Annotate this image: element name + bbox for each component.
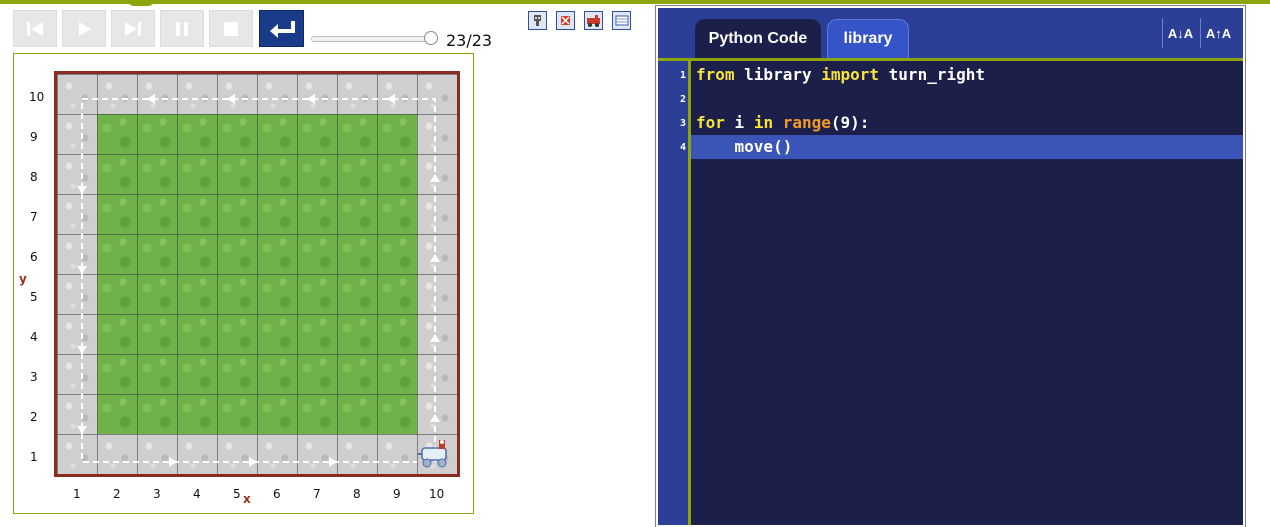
stop-button[interactable] [209, 10, 253, 47]
y-tick-label: 7 [30, 210, 38, 224]
x-tick-label: 9 [393, 487, 401, 501]
y-tick-label: 4 [30, 330, 38, 344]
stop-icon [224, 21, 238, 36]
pause-button[interactable] [160, 10, 204, 47]
x-tick-label: 2 [113, 487, 121, 501]
pause-icon [176, 21, 188, 36]
step-forward-button[interactable] [111, 10, 155, 47]
speed-slider[interactable] [311, 31, 438, 45]
robot-icon [418, 440, 447, 468]
y-tick-label: 8 [30, 170, 38, 184]
editor-tab-bar: Python Code library A↓A A↑A [658, 8, 1243, 61]
code-line-4[interactable]: move() [696, 135, 793, 159]
step-forward-icon [125, 21, 141, 36]
play-button[interactable] [62, 10, 106, 47]
y-tick-label: 6 [30, 250, 38, 264]
code-editor-panel: Python Code library A↓A A↑A 1 2 3 4 from… [655, 5, 1246, 527]
edit-world-button[interactable] [612, 11, 631, 30]
tab-library[interactable]: library [827, 19, 909, 58]
increase-font-button[interactable]: A↑A [1200, 18, 1236, 48]
x-tick-label: 7 [313, 487, 321, 501]
y-tick-label: 5 [30, 290, 38, 304]
line-number: 2 [679, 94, 686, 105]
x-tick-label: 8 [353, 487, 361, 501]
code-text: i [724, 113, 754, 132]
code-text: library [734, 65, 822, 84]
rewind-button[interactable] [13, 10, 57, 47]
y-tick-label: 2 [30, 410, 38, 424]
code-text: turn_right [879, 65, 985, 84]
x-tick-label: 4 [193, 487, 201, 501]
robot-tool-button[interactable] [528, 11, 547, 30]
top-accent-bar [0, 0, 1270, 6]
x-tick-label: 6 [273, 487, 281, 501]
code-text: (9): [830, 113, 870, 132]
builtin-range: range [782, 113, 831, 132]
y-tick-label: 9 [30, 130, 38, 144]
robot-tool-icon [534, 15, 541, 26]
code-text: move() [696, 137, 793, 156]
x-axis-label: x [243, 492, 251, 506]
keyword-from: from [696, 65, 735, 84]
y-tick-label: 3 [30, 370, 38, 384]
top-accent-knob [128, 0, 154, 6]
y-tick-label: 10 [29, 90, 45, 104]
y-axis-label: y [19, 272, 27, 286]
x-tick-label: 1 [73, 487, 81, 501]
code-line-3[interactable]: for i in range(9): [696, 111, 869, 135]
return-icon [269, 20, 295, 38]
play-icon [79, 21, 91, 36]
step-counter: 23/23 [446, 31, 493, 50]
delete-robot-icon [587, 15, 600, 27]
line-number-gutter: 1 2 3 4 [658, 61, 691, 525]
delete-robot-button[interactable] [584, 11, 603, 30]
x-tick-label: 10 [429, 487, 445, 501]
return-button[interactable] [259, 10, 304, 47]
clear-world-icon [561, 16, 570, 25]
keyword-import: import [821, 65, 880, 84]
slider-thumb[interactable] [424, 31, 438, 45]
edit-world-icon [615, 15, 628, 26]
robot-trail [77, 94, 440, 467]
code-line-1[interactable]: from library import turn_right [696, 63, 985, 87]
rewind-icon [27, 21, 43, 36]
keyword-in: in [753, 113, 774, 132]
x-tick-label: 5 [233, 487, 241, 501]
keyword-for: for [696, 113, 725, 132]
y-tick-label: 1 [30, 450, 38, 464]
x-tick-label: 3 [153, 487, 161, 501]
line-number: 3 [679, 118, 686, 129]
line-number: 4 [679, 142, 686, 153]
line-number: 1 [679, 70, 686, 81]
clear-world-button[interactable] [556, 11, 575, 30]
tab-python-code[interactable]: Python Code [695, 19, 821, 58]
decrease-font-button[interactable]: A↓A [1162, 18, 1198, 48]
